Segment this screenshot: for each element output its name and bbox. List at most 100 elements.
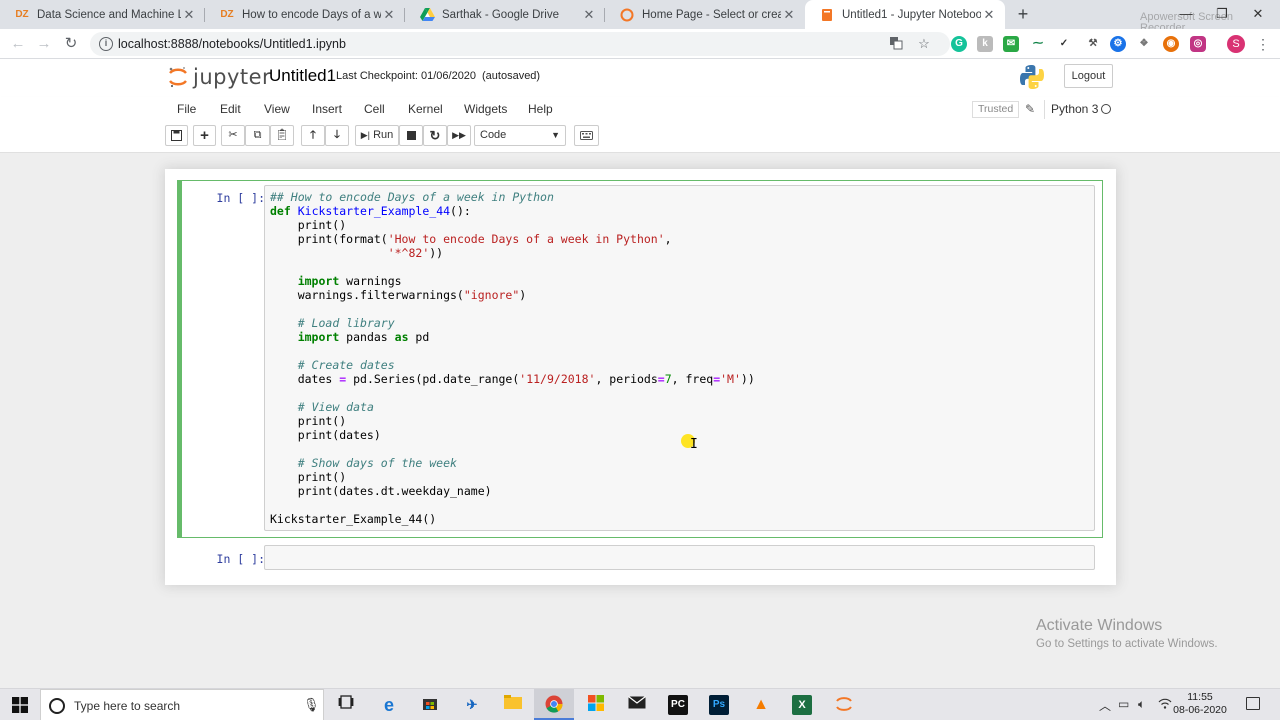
file-explorer-icon[interactable] [503,695,523,715]
command-palette-button[interactable] [574,125,599,146]
bookmark-star-icon[interactable]: ☆ [916,36,932,52]
code-text[interactable]: ## How to encode Days of a week in Pytho… [270,190,755,526]
jupyter-taskbar-icon[interactable] [834,695,854,715]
menu-insert[interactable]: Insert [312,102,342,116]
extension-orange-icon[interactable]: ◉ [1163,36,1179,52]
browser-tab[interactable]: Sarthak - Google Drive ✕ [405,0,605,29]
insert-cell-button[interactable]: + [193,125,216,146]
chrome-menu-icon[interactable]: ⋮ [1256,34,1270,54]
restart-button[interactable]: ↻ [423,125,447,146]
code-line: # Create dates [297,358,395,372]
menu-view[interactable]: View [264,102,290,116]
paste-button[interactable]: 📋︎ [270,125,294,146]
office-icon[interactable] [586,695,606,715]
new-tab-icon[interactable]: + [1013,4,1033,24]
close-tab-icon[interactable]: ✕ [381,7,397,23]
menu-kernel[interactable]: Kernel [408,102,443,116]
microphone-icon[interactable]: 🎙︎ [303,697,320,713]
close-tab-icon[interactable]: ✕ [781,7,797,23]
store-icon[interactable] [420,695,440,715]
browser-tab[interactable]: Home Page - Select or create a n ✕ [605,0,805,29]
jupyter-logo[interactable]: jupyter [168,65,271,89]
forward-icon[interactable]: → [34,34,54,54]
site-info-icon[interactable]: i [99,37,113,51]
cell-type-select[interactable]: Code ▼ [474,125,566,146]
browser-tab[interactable]: DZ How to encode Days of a week in ✕ [205,0,405,29]
excel-icon[interactable]: X [792,695,812,715]
menu-widgets[interactable]: Widgets [464,102,507,116]
close-tab-icon[interactable]: ✕ [981,7,997,23]
restart-icon: ↻ [429,128,441,143]
start-button[interactable] [0,689,40,720]
code-line: print(format('How to encode Days of a we… [270,232,672,246]
restart-run-all-button[interactable]: ▶▶ [447,125,471,146]
interrupt-button[interactable] [399,125,423,146]
app-icon[interactable]: ✈ [462,695,482,715]
mail-icon[interactable] [627,695,647,715]
jupyter-menubar-container: File Edit View Insert Cell Kernel Widget… [0,97,1280,153]
kernel-name[interactable]: Python 3 [1051,102,1098,116]
pycharm-icon[interactable]: PC [668,695,688,715]
restore-icon[interactable]: ❐ [1204,0,1240,29]
instagram-icon[interactable]: ◎ [1190,36,1206,52]
show-hidden-icons-icon[interactable]: ︿ [1099,697,1111,714]
notebook-name[interactable]: Untitled1 [269,66,336,86]
photoshop-icon[interactable]: Ps [709,695,729,715]
extension-wave-icon[interactable]: ⁓ [1030,36,1046,52]
code-cell-selected[interactable]: In [ ]: ## How to encode Days of a week … [177,180,1103,538]
edge-icon[interactable]: e [379,695,399,715]
jupyter-icon [619,7,635,23]
code-line: import warnings [297,274,402,288]
move-down-button[interactable]: 🡓 [325,125,349,146]
menu-help[interactable]: Help [528,102,553,116]
profile-avatar[interactable]: S [1227,35,1245,53]
extension-icon[interactable]: k [977,36,993,52]
close-window-icon[interactable]: ✕ [1240,0,1276,29]
extension-tool-icon[interactable]: ⚒ [1085,36,1101,52]
notifications-icon[interactable] [1246,697,1260,710]
chrome-icon[interactable] [544,695,564,715]
check-icon[interactable]: ✓ [1056,36,1072,52]
menu-edit[interactable]: Edit [220,102,241,116]
menu-file[interactable]: File [177,102,196,116]
code-editor-empty[interactable] [264,545,1095,570]
browser-tab-active[interactable]: Untitled1 - Jupyter Notebook ✕ [805,0,1005,29]
menu-cell[interactable]: Cell [364,102,385,116]
translate-icon[interactable] [888,36,904,52]
network-icon[interactable] [1158,697,1172,712]
move-up-button[interactable]: 🡑 [301,125,325,146]
copy-button[interactable]: ⧉ [245,125,270,146]
code-editor[interactable]: ## How to encode Days of a week in Pytho… [264,185,1095,531]
minimize-icon[interactable]: — [1168,0,1204,29]
input-prompt: In [ ]: [216,191,265,205]
battery-icon[interactable]: ▭ [1118,697,1129,711]
reload-icon[interactable]: ↻ [61,34,81,54]
code-line: print() [270,470,347,484]
close-tab-icon[interactable]: ✕ [581,7,597,23]
extension-gear-icon[interactable]: ⚙ [1110,36,1126,52]
url-text[interactable]: localhost:8888/notebooks/Untitled1.ipynb [118,37,346,51]
taskbar-search[interactable]: Type here to search 🎙︎ [40,689,324,720]
logout-button[interactable]: Logout [1064,64,1113,88]
address-bar[interactable]: i localhost:8888/notebooks/Untitled1.ipy… [90,32,950,56]
fast-forward-icon: ▶▶ [452,130,466,140]
extension-mail-icon[interactable]: ✉ [1003,36,1019,52]
save-button[interactable] [165,125,188,146]
back-icon[interactable]: ← [8,34,28,54]
trusted-indicator[interactable]: Trusted [972,101,1020,118]
activate-windows-watermark: Activate Windows Go to Settings to activ… [1036,617,1218,650]
code-cell[interactable]: In [ ]: [177,545,1103,581]
vlc-icon[interactable]: ▲ [751,695,771,715]
system-clock[interactable]: 11:55 08-06-2020 [1172,691,1228,717]
task-view-icon[interactable] [336,695,356,715]
extension-puzzle-icon[interactable]: ❖ [1136,36,1152,52]
volume-icon[interactable]: 🔈︎ [1138,697,1145,712]
close-tab-icon[interactable]: ✕ [181,7,197,23]
arrow-down-icon: 🡓 [334,129,340,141]
browser-tab[interactable]: DZ Data Science and Machine Learni ✕ [0,0,205,29]
run-button[interactable]: ▶| Run [355,125,399,146]
grammarly-icon[interactable]: G [951,36,967,52]
tab-title: Untitled1 - Jupyter Notebook [842,8,981,21]
cut-button[interactable]: ✂ [221,125,245,146]
code-line: Kickstarter_Example_44() [270,512,437,526]
